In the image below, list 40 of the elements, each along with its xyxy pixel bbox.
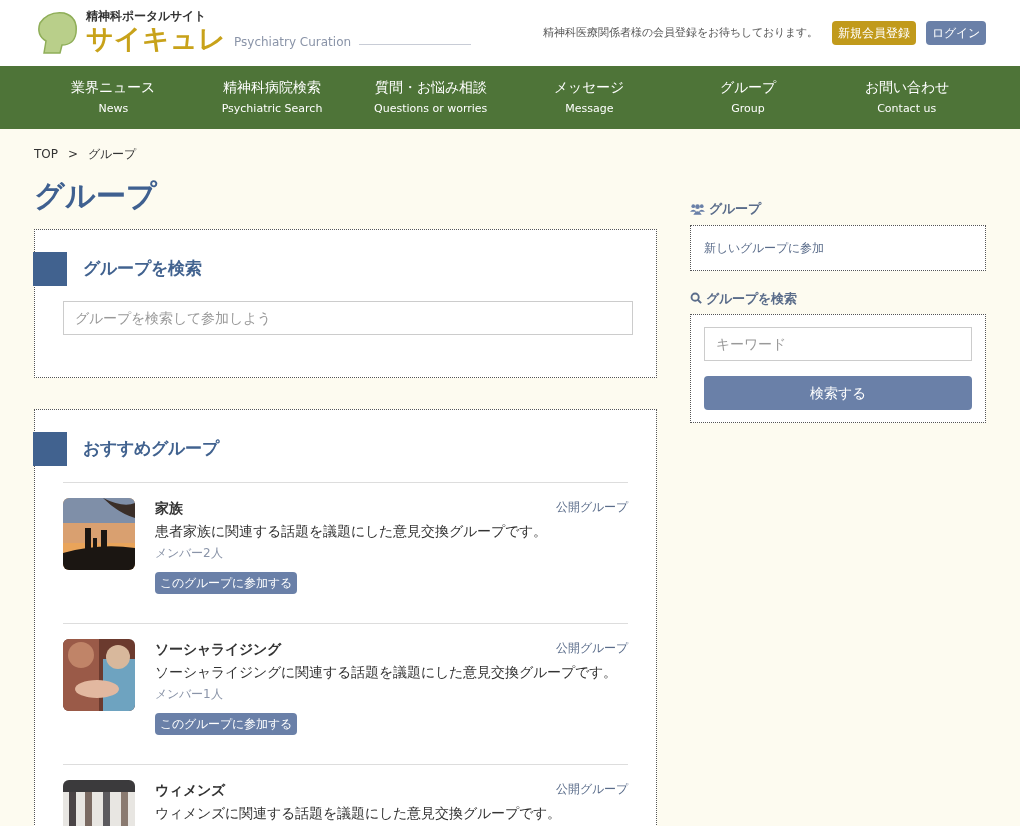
section-marker <box>33 431 67 466</box>
nav-item[interactable]: メッセージ Message <box>510 66 669 129</box>
breadcrumb-current: グループ <box>88 146 137 163</box>
logo-subtitle: Psychiatry Curation <box>234 33 352 51</box>
group-type-label: 公開グループ <box>556 780 629 798</box>
users-icon <box>690 202 706 215</box>
join-button[interactable]: このグループに参加する <box>155 571 297 594</box>
group-type-label: 公開グループ <box>556 498 629 516</box>
logo-text: サイキュレ <box>86 22 226 56</box>
section-title: おすすめグループ <box>83 436 219 460</box>
group-name[interactable]: 家族 <box>155 497 183 519</box>
group-description: ソーシャライジングに関連する話題を議題にした意見交換グループです。 <box>155 662 618 682</box>
nav-item[interactable]: 業界ニュース News <box>34 66 193 129</box>
section-marker <box>33 251 67 286</box>
breadcrumb-separator: > <box>68 146 79 163</box>
nav-item[interactable]: 質問・お悩み相談 Questions or worries <box>351 66 510 129</box>
join-button[interactable]: このグループに参加する <box>155 712 297 735</box>
sidebar-heading: グループを検索 <box>706 289 798 308</box>
sidebar-link[interactable]: 新しいグループに参加 <box>704 238 825 257</box>
search-icon <box>690 292 703 305</box>
group-type-label: 公開グループ <box>556 639 629 657</box>
search-button[interactable]: 検索する <box>704 376 972 410</box>
nav-item[interactable]: グループ Group <box>668 66 828 129</box>
logo-tagline: 精神科ポータルサイト <box>86 10 207 23</box>
login-button[interactable]: ログイン <box>926 21 986 45</box>
sidebar-heading: グループ <box>709 200 762 218</box>
section-title: グループを検索 <box>83 256 202 280</box>
keyword-field[interactable]: キーワード <box>704 327 972 361</box>
member-count: メンバー2人 <box>155 544 224 562</box>
search-field[interactable]: グループを検索して参加しよう <box>63 300 633 335</box>
group-name[interactable]: ソーシャライジング <box>155 638 281 660</box>
group-description: ウィメンズに関連する話題を議題にした意見交換グループです。 <box>155 803 562 823</box>
nav-item[interactable]: 精神科病院検索 Psychiatric Search <box>192 66 352 129</box>
group-name[interactable]: ウィメンズ <box>155 779 225 801</box>
breadcrumb-link[interactable]: TOP <box>34 145 58 163</box>
member-count: メンバー1人 <box>155 685 224 703</box>
nav-item[interactable]: お問い合わせ Contact us <box>827 66 987 129</box>
page-title: グループ <box>34 177 159 215</box>
notice-text: 精神科医療関係者様の会員登録をお待ちしております。 <box>543 24 818 41</box>
group-description: 患者家族に関連する話題を議題にした意見交換グループです。 <box>155 521 548 541</box>
